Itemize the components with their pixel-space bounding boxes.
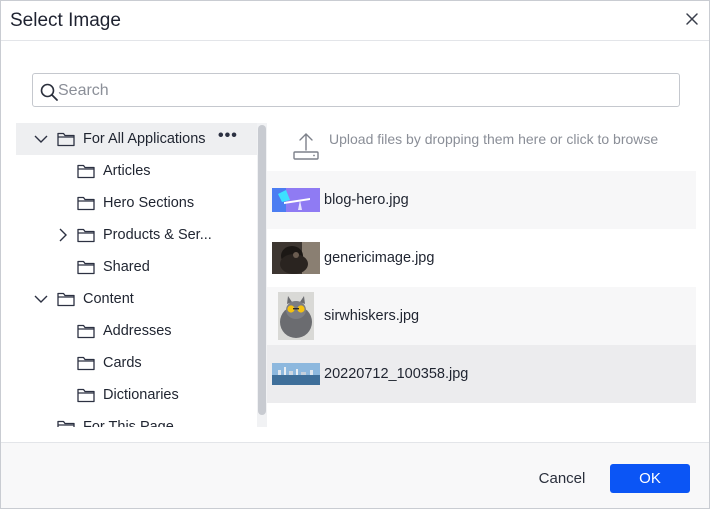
tree-item-label: Cards bbox=[103, 355, 142, 371]
tree-item-products-services[interactable]: Products & Ser... bbox=[16, 219, 257, 251]
ok-button[interactable]: OK bbox=[610, 464, 690, 493]
folder-icon bbox=[77, 260, 95, 275]
tree-item-dictionaries[interactable]: Dictionaries bbox=[16, 379, 257, 411]
upload-icon bbox=[293, 133, 319, 160]
tree-item-label: For This Page bbox=[83, 419, 174, 427]
tree-item-for-all-applications[interactable]: For All Applications ••• bbox=[16, 123, 257, 155]
file-name: sirwhiskers.jpg bbox=[324, 308, 420, 324]
folder-icon bbox=[77, 228, 95, 243]
folder-icon bbox=[77, 324, 95, 339]
folder-icon bbox=[77, 164, 95, 179]
folder-icon bbox=[57, 420, 75, 427]
folder-tree: For All Applications ••• Articles Hero S… bbox=[16, 123, 257, 427]
image-thumbnail bbox=[272, 363, 320, 385]
file-row[interactable]: sirwhiskers.jpg bbox=[267, 287, 696, 345]
file-row[interactable]: genericimage.jpg bbox=[267, 229, 696, 287]
folder-icon bbox=[57, 292, 75, 307]
upload-text: Upload files by dropping them here or cl… bbox=[329, 131, 659, 147]
image-thumbnail bbox=[278, 292, 314, 340]
tree-scrollbar[interactable] bbox=[257, 123, 267, 427]
chevron-down-icon[interactable] bbox=[34, 292, 48, 306]
upload-dropzone[interactable]: Upload files by dropping them here or cl… bbox=[291, 130, 671, 166]
cancel-button[interactable]: Cancel bbox=[528, 464, 596, 492]
tree-item-for-this-page[interactable]: For This Page bbox=[16, 411, 257, 427]
tree-item-label: For All Applications bbox=[83, 131, 206, 147]
search-icon bbox=[40, 83, 58, 101]
file-name: genericimage.jpg bbox=[324, 250, 435, 266]
search-input[interactable] bbox=[58, 78, 668, 104]
tree-item-addresses[interactable]: Addresses bbox=[16, 315, 257, 347]
close-icon[interactable] bbox=[684, 11, 700, 27]
tree-item-label: Content bbox=[83, 291, 134, 307]
dialog-title: Select Image bbox=[10, 10, 121, 31]
tree-item-label: Shared bbox=[103, 259, 150, 275]
file-name: 20220712_100358.jpg bbox=[324, 366, 469, 382]
image-thumbnail bbox=[272, 242, 320, 274]
file-list: blog-hero.jpg genericimage.jpg sirwhiske… bbox=[267, 171, 696, 411]
scrollbar-thumb[interactable] bbox=[258, 125, 266, 415]
tree-item-label: Dictionaries bbox=[103, 387, 179, 403]
tree-item-shared[interactable]: Shared bbox=[16, 251, 257, 283]
tree-item-articles[interactable]: Articles bbox=[16, 155, 257, 187]
search-box bbox=[32, 73, 680, 107]
tree-item-label: Hero Sections bbox=[103, 195, 195, 211]
tree-item-hero-sections[interactable]: Hero Sections bbox=[16, 187, 257, 219]
tree-item-content[interactable]: Content bbox=[16, 283, 257, 315]
file-name: blog-hero.jpg bbox=[324, 192, 409, 208]
more-options-icon[interactable]: ••• bbox=[218, 127, 238, 145]
tree-item-label: Articles bbox=[103, 163, 151, 179]
file-row[interactable]: blog-hero.jpg bbox=[267, 171, 696, 229]
folder-icon bbox=[77, 388, 95, 403]
chevron-down-icon[interactable] bbox=[34, 132, 48, 146]
dialog-footer: Cancel OK bbox=[1, 442, 709, 508]
folder-icon bbox=[77, 356, 95, 371]
folder-icon bbox=[57, 132, 75, 147]
image-thumbnail bbox=[272, 188, 320, 212]
folder-icon bbox=[77, 196, 95, 211]
file-row[interactable]: 20220712_100358.jpg bbox=[267, 345, 696, 403]
tree-item-cards[interactable]: Cards bbox=[16, 347, 257, 379]
chevron-right-icon[interactable] bbox=[56, 228, 70, 242]
dialog-header: Select Image bbox=[1, 1, 709, 41]
tree-item-label: Products & Ser... bbox=[103, 227, 212, 243]
select-image-dialog: Select Image For All Applications ••• bbox=[0, 0, 710, 509]
tree-item-label: Addresses bbox=[103, 323, 172, 339]
